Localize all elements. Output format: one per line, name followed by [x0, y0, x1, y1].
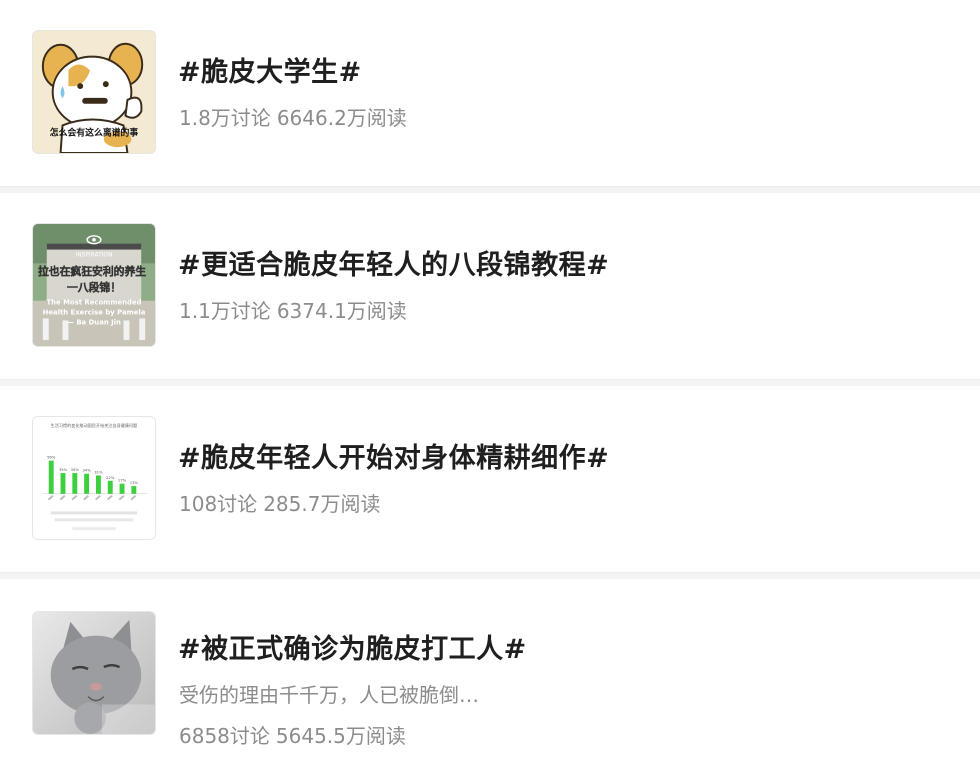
thumb-chart-bar — [119, 483, 125, 494]
read-count: 6646.2万阅读 — [276, 106, 407, 130]
bar-chart-thumbnail[interactable]: 生活习惯的变化推动国民开始关注自身健康问题 56% 35% 35% 34% 31% 22%… — [32, 416, 156, 540]
discussion-count: 108讨论 — [179, 492, 258, 516]
thumb-chart-heading: 生活习惯的变化推动国民开始关注自身健康问题 — [51, 422, 138, 428]
topic-item[interactable]: 生活习惯的变化推动国民开始关注自身健康问题 56% 35% 35% 34% 31% 22%… — [0, 386, 980, 572]
thumb-chart-value-label: 34% — [82, 469, 91, 473]
thumb-chart-value-label: 13% — [130, 481, 139, 485]
thumb-line-4: Health Exercise by Pamela — [43, 309, 146, 317]
cartoon-dog-thumbnail[interactable]: 怎么会有这么离谱的事 — [32, 30, 156, 154]
topic-item[interactable]: #被正式确诊为脆皮打工人# 受伤的理由千千万，人已被脆倒… 6858讨论 5645… — [0, 579, 980, 765]
divider — [0, 379, 980, 386]
thumb-line-5: — Ba Duan Jin — [67, 318, 121, 326]
divider — [0, 572, 980, 579]
topic-list: 怎么会有这么离谱的事 #脆皮大学生# 1.8万讨论 6646.2万阅读 INSPI… — [0, 0, 980, 763]
thumb-chart-value-label: 35% — [59, 468, 68, 472]
divider — [0, 186, 980, 193]
topic-stats: 108讨论 285.7万阅读 — [179, 488, 380, 517]
discussion-count: 6858讨论 — [179, 724, 270, 748]
discussion-count: 1.8万讨论 — [179, 106, 271, 130]
gray-cat-photo-thumbnail[interactable] — [32, 611, 156, 735]
thumb-chart-bar — [84, 473, 90, 494]
read-count: 6374.1万阅读 — [276, 299, 407, 323]
thumb-tag: INSPIRATION — [76, 252, 113, 258]
topic-title[interactable]: #脆皮大学生# — [178, 50, 362, 89]
topic-title[interactable]: #更适合脆皮年轻人的八段锦教程# — [178, 243, 609, 282]
thumb-chart-bar — [60, 473, 66, 494]
thumb-chart-value-label: 35% — [71, 468, 80, 472]
thumb-line-1: 拉也在疯狂安利的养生 — [38, 264, 146, 278]
read-count: 285.7万阅读 — [263, 492, 381, 516]
discussion-count: 1.1万讨论 — [179, 299, 271, 323]
topic-item[interactable]: 怎么会有这么离谱的事 #脆皮大学生# 1.8万讨论 6646.2万阅读 — [0, 0, 980, 186]
thumb-line-3: The Most Recommended — [46, 299, 141, 307]
thumb-chart-bar — [95, 475, 101, 494]
topic-item[interactable]: INSPIRATION 拉也在疯狂安利的养生 一八段锦！ The Most Re… — [0, 193, 980, 379]
read-count: 5645.5万阅读 — [275, 724, 406, 748]
thumb-chart-value-label: 31% — [94, 470, 103, 474]
baduanjin-video-thumbnail[interactable]: INSPIRATION 拉也在疯狂安利的养生 一八段锦！ The Most Re… — [32, 223, 156, 347]
topic-title[interactable]: #脆皮年轻人开始对身体精耕细作# — [178, 436, 609, 475]
topic-stats: 6858讨论 5645.5万阅读 — [179, 720, 406, 749]
thumb-chart-value-label: 22% — [106, 476, 115, 480]
thumb-chart-value-label: 17% — [118, 479, 127, 483]
thumb-chart-bar — [131, 486, 137, 494]
topic-title[interactable]: #被正式确诊为脆皮打工人# — [178, 627, 527, 666]
topic-stats: 1.8万讨论 6646.2万阅读 — [179, 102, 407, 131]
thumb-chart-bar — [48, 460, 54, 494]
thumb-chart-bar — [72, 473, 78, 494]
thumb-line-2: 一八段锦！ — [67, 280, 121, 294]
thumb-chart-bar — [107, 480, 113, 494]
thumb-chart-value-label: 56% — [47, 456, 56, 460]
topic-stats: 1.1万讨论 6374.1万阅读 — [179, 295, 407, 324]
topic-description: 受伤的理由千千万，人已被脆倒… — [179, 683, 479, 707]
thumb-caption: 怎么会有这么离谱的事 — [50, 126, 139, 138]
